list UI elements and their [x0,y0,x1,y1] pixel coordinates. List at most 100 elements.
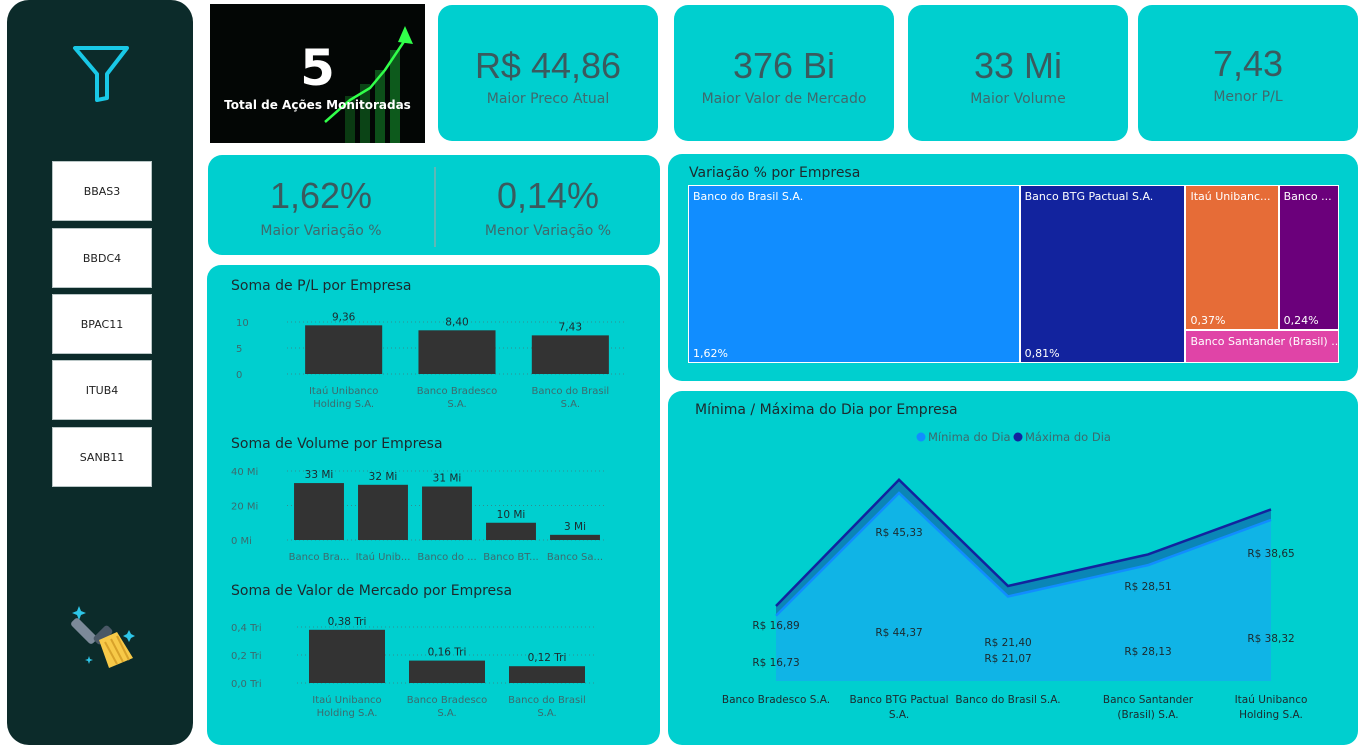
hero-total-card: 5 Total de Ações Monitoradas [210,4,425,143]
kpi-label: Maior Valor de Mercado [701,91,867,107]
x-category-label: Itaú Unibanco [1235,694,1308,706]
broom-clear-icon[interactable] [69,602,141,674]
treemap-tile[interactable]: Banco Santander (Brasil) ... [1185,329,1339,363]
treemap-tile[interactable]: Banco BTG Pactual S.A. 0,81% [1019,185,1186,363]
market-value-chart-title: Soma de Valor de Mercado por Empresa [231,583,513,599]
bar[interactable] [294,483,344,540]
slicer-item-bbas3[interactable]: BBAS3 [52,161,152,221]
x-category-label: S.A. [537,708,556,719]
bar-data-label: 0,16 Tri [428,647,467,659]
kpi-value: 7,43 [1212,43,1284,84]
bar-data-label: 10 Mi [497,509,526,521]
variation-card: 1,62% Maior Variação % 0,14% Menor Varia… [208,155,660,255]
y-tick-label: 0 [236,370,242,381]
x-category-label: Itaú Unibanco [309,385,378,397]
treemap-tile[interactable]: Banco ... 0,24% [1278,185,1339,330]
treemap-tile-value: 0,24% [1283,313,1319,327]
x-category-label: Banco Bradesco [407,695,488,706]
kpi-value: 376 Bi [732,45,836,86]
bar-data-label: 7,43 [559,321,582,333]
max-data-label: R$ 21,40 [984,637,1031,649]
kpi-value: 33 Mi [973,45,1063,86]
bar-data-label: 0,38 Tri [328,616,367,628]
treemap-tile-label: Banco BTG Pactual S.A. [1024,190,1154,203]
legend-label: Mínima do Dia [928,430,1011,444]
bar-charts-card: Soma de P/L por Empresa 0 5 10 9,36 Itaú Uni… [207,265,660,745]
treemap-tile-value: 1,62% [693,347,728,360]
pl-bar-chart: 0 5 10 9,36 Itaú Unibanco Holding S.A. 8,40 Ban… [236,311,627,410]
bar-data-label: 0,12 Tri [528,652,567,664]
area-chart-card: Mínima / Máxima do Dia por Empresa R$ 16… [668,391,1358,745]
y-tick-label: 20 Mi [231,502,258,513]
treemap-tile-label: Itaú Unibanc... [1190,190,1271,203]
treemap-tile-label: Banco ... [1283,190,1332,203]
slicer-item-sanb11[interactable]: SANB11 [52,427,152,487]
max-variation-label: Maior Variação % [260,223,382,239]
slicer-item-itub4[interactable]: ITUB4 [52,360,152,420]
kpi-label: Maior Volume [970,91,1066,107]
min-data-label: R$ 38,32 [1247,633,1294,645]
x-category-label: Banco Sa... [547,552,603,563]
hero-label: Total de Ações Monitoradas [224,98,411,112]
bar[interactable] [550,534,600,540]
treemap-title: Variação % por Empresa [689,165,861,181]
bar[interactable] [531,335,609,374]
treemap-tile[interactable]: Itaú Unibanc... 0,37% [1185,185,1279,330]
bar[interactable] [418,330,496,374]
volume-bar-chart: 0 Mi 20 Mi 40 Mi 33 Mi Banco Bra... 32 Mi Itaú… [231,467,607,563]
x-category-label: Banco BT... [483,552,538,563]
x-category-label: S.A. [561,399,580,410]
y-tick-label: 0,2 Tri [231,651,262,662]
bar[interactable] [486,522,536,540]
min-data-label: R$ 16,73 [752,657,799,669]
x-category-label: Banco do Brasil [508,695,586,706]
legend-marker [1013,432,1023,442]
treemap-tile-value: 0,81% [1024,347,1060,360]
treemap-tile-label: Banco do Brasil S.A. [693,190,804,203]
bar[interactable] [309,629,385,683]
legend-marker [916,432,926,442]
x-category-label: Banco do Brasil [532,386,610,397]
bar-data-label: 8,40 [445,316,468,328]
legend-label: Máxima do Dia [1025,430,1111,444]
treemap-card: Variação % por Empresa Banco do Brasil S… [668,154,1358,381]
bar[interactable] [422,486,472,540]
bar[interactable] [358,484,408,540]
min-data-label: R$ 28,13 [1124,646,1171,658]
min-data-label: R$ 44,37 [875,627,922,639]
x-category-label: Holding S.A. [313,399,374,410]
x-category-label: Banco do Brasil S.A. [955,694,1060,706]
x-category-label: Banco Bradesco [417,386,498,397]
x-category-label: (Brasil) S.A. [1117,709,1178,721]
bar-data-label: 31 Mi [433,473,462,485]
filter-icon[interactable] [71,42,131,106]
x-category-label: S.A. [889,709,909,721]
bar-data-label: 33 Mi [305,469,334,481]
bar-data-label: 3 Mi [564,521,586,533]
max-data-label: R$ 16,89 [752,620,799,632]
x-category-label: S.A. [447,399,466,410]
variation-treemap: Banco do Brasil S.A. 1,62% Banco BTG Pactu… [688,185,1339,363]
pl-chart-title: Soma de P/L por Empresa [231,278,412,294]
sidebar: BBAS3 BBDC4 BPAC11 ITUB4 SANB11 [7,0,193,745]
slicer-item-bpac11[interactable]: BPAC11 [52,294,152,354]
bar-data-label: 9,36 [332,311,356,323]
y-tick-label: 0,0 Tri [231,679,262,690]
volume-chart-title: Soma de Volume por Empresa [231,436,443,452]
x-category-label: Banco BTG Pactual [849,694,948,706]
y-tick-label: 40 Mi [231,467,258,478]
hero-value: 5 [300,39,335,97]
bar[interactable] [409,660,485,683]
max-variation-value: 1,62% [269,175,373,216]
slicer-item-bbdc4[interactable]: BBDC4 [52,228,152,288]
min-max-area-chart: R$ 16,89 R$ 16,73 Banco Bradesco S.A. R$ 45… [722,430,1308,721]
treemap-tile[interactable]: Banco do Brasil S.A. 1,62% [688,185,1020,363]
min-variation-label: Menor Variação % [484,223,612,239]
bar[interactable] [305,325,383,374]
min-variation-value: 0,14% [496,175,600,216]
kpi-max-volume-card: 33 Mi Maior Volume [908,5,1128,141]
bar[interactable] [509,666,585,683]
kpi-min-pl-card: 7,43 Menor P/L [1138,5,1358,141]
x-category-label: Holding S.A. [317,708,378,719]
y-tick-label: 10 [236,318,249,329]
